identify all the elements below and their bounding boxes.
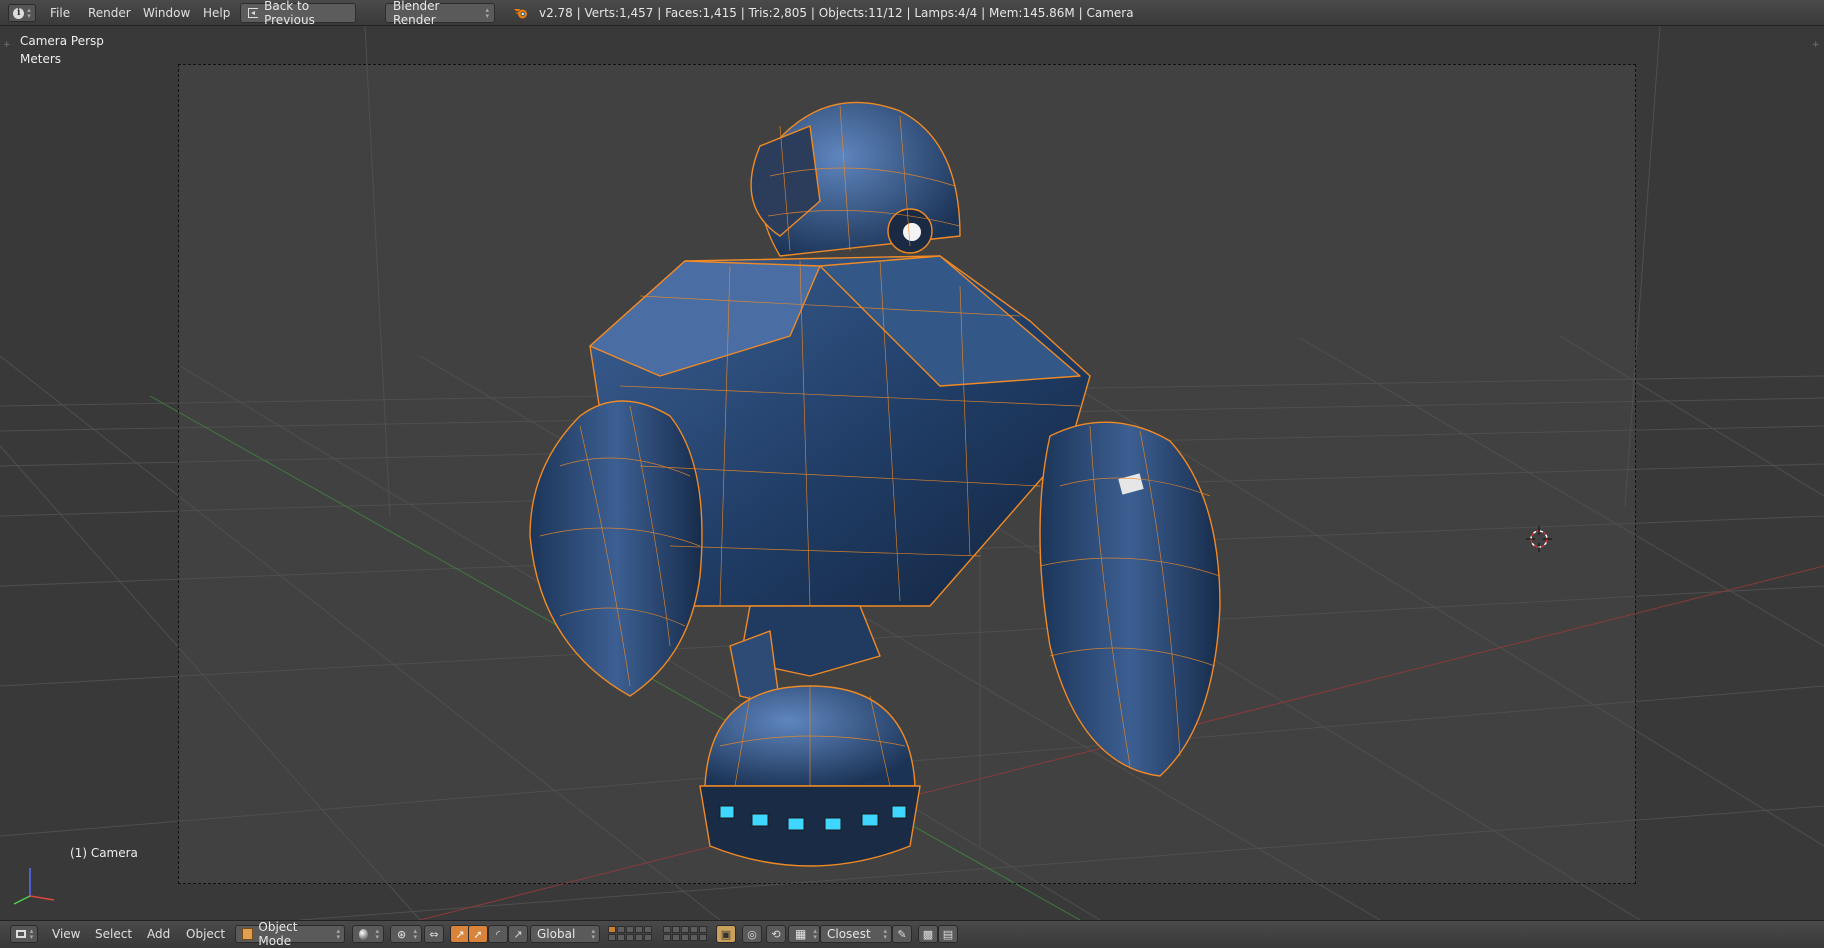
axis-gizmo-icon bbox=[13, 868, 55, 905]
dropdown-arrows-icon: ▴ ▾ bbox=[591, 927, 595, 941]
menu-window[interactable]: Window bbox=[143, 0, 190, 26]
menu-file[interactable]: File bbox=[50, 0, 70, 26]
translate-arrow-icon: ➚ bbox=[473, 927, 483, 941]
layer-toggle[interactable] bbox=[626, 926, 634, 933]
back-to-previous-button[interactable]: Back to Previous bbox=[240, 0, 356, 27]
mode-label: Object Mode bbox=[258, 920, 298, 948]
toolshelf-toggle-icon[interactable]: + bbox=[3, 40, 11, 50]
3d-cursor-icon[interactable] bbox=[1526, 526, 1552, 552]
snap-increment-icon: ▦ bbox=[795, 927, 807, 941]
info-icon: i bbox=[13, 7, 25, 19]
scene-statistics: v2.78 | Verts:1,457 | Faces:1,415 | Tris… bbox=[539, 6, 1134, 20]
snap-toggle-button[interactable]: ⟲ bbox=[766, 925, 786, 943]
proportional-editing-button[interactable]: ◎ bbox=[742, 925, 762, 943]
layer-toggle[interactable] bbox=[635, 926, 643, 933]
render-engine-select[interactable]: Blender Render ▴ ▾ bbox=[385, 0, 495, 27]
magnet-icon: ⟲ bbox=[771, 927, 781, 941]
bottom-header: ▴ ▾ View Select Add Object Object Mode ▴ ▾… bbox=[0, 920, 1824, 948]
camera-still-icon: ▩ bbox=[922, 927, 934, 941]
rotate-arc-icon: ◜ bbox=[495, 927, 501, 941]
dropdown-arrows-icon: ▴ ▾ bbox=[375, 927, 379, 941]
menu-select[interactable]: Select bbox=[95, 921, 132, 947]
orientation-label: Global bbox=[537, 927, 576, 941]
clapperboard-icon: ▤ bbox=[942, 927, 954, 941]
dropdown-arrows-icon: ▴ ▾ bbox=[413, 927, 417, 941]
layer-toggle[interactable] bbox=[681, 934, 689, 941]
robot-model[interactable] bbox=[520, 86, 1240, 906]
layer-toggle[interactable] bbox=[608, 934, 616, 941]
transform-orientation-select[interactable]: Global ▴ ▾ bbox=[530, 925, 600, 943]
opengl-render-animation-button[interactable]: ▤ bbox=[938, 925, 958, 943]
center-points-icon: ⇔ bbox=[429, 927, 439, 941]
material-sphere-icon bbox=[359, 928, 369, 940]
spinner-arrows-icon: ▴ ▾ bbox=[29, 927, 34, 941]
back-to-previous-label: Back to Previous bbox=[264, 0, 315, 27]
properties-toggle-icon[interactable]: + bbox=[1812, 40, 1820, 50]
scale-manipulator-button[interactable]: ↗ bbox=[508, 925, 528, 943]
layer-toggle[interactable] bbox=[699, 934, 707, 941]
layer-toggle[interactable] bbox=[608, 926, 616, 933]
scene-layers-group-1[interactable] bbox=[608, 926, 652, 941]
render-brush-icon: ✎ bbox=[897, 927, 907, 941]
layers-lock-icon: ▣ bbox=[720, 927, 732, 941]
transform-manipulator-toggle[interactable]: ↗ bbox=[450, 925, 470, 943]
mode-select[interactable]: Object Mode ▴ ▾ bbox=[235, 920, 345, 948]
view-name-label: Camera Persp bbox=[20, 34, 104, 48]
editor-type-3d-view-button[interactable]: ▴ ▾ bbox=[10, 925, 38, 943]
layer-toggle[interactable] bbox=[644, 926, 652, 933]
layer-toggle[interactable] bbox=[699, 926, 707, 933]
object-cube-icon bbox=[242, 928, 254, 940]
viewport-shading-select[interactable]: ▴ ▾ bbox=[352, 925, 384, 943]
layer-toggle[interactable] bbox=[626, 934, 634, 941]
screen-back-icon bbox=[248, 8, 259, 18]
scene-layers-group-2[interactable] bbox=[663, 926, 707, 941]
snap-target-select[interactable]: Closest ▴ ▾ bbox=[820, 925, 892, 943]
layer-toggle[interactable] bbox=[617, 934, 625, 941]
lock-camera-layers-button[interactable]: ▣ bbox=[716, 925, 736, 943]
menu-add[interactable]: Add bbox=[147, 921, 170, 947]
snap-target-label: Closest bbox=[827, 927, 871, 941]
dropdown-arrows-icon: ▴ ▾ bbox=[336, 927, 340, 941]
opengl-render-image-button[interactable]: ▩ bbox=[918, 925, 938, 943]
editor-type-info-button[interactable]: i ▴ ▾ bbox=[8, 4, 36, 22]
manipulate-center-points-button[interactable]: ⇔ bbox=[424, 925, 444, 943]
3d-view-icon bbox=[15, 930, 26, 938]
menu-object[interactable]: Object bbox=[186, 921, 225, 947]
layer-toggle[interactable] bbox=[690, 934, 698, 941]
layer-toggle[interactable] bbox=[690, 926, 698, 933]
dropdown-arrows-icon: ▴ ▾ bbox=[485, 6, 489, 20]
menu-view[interactable]: View bbox=[52, 921, 80, 947]
active-object-label: (1) Camera bbox=[70, 846, 138, 860]
layer-toggle[interactable] bbox=[663, 934, 671, 941]
layer-toggle[interactable] bbox=[663, 926, 671, 933]
proportional-circle-icon: ◎ bbox=[747, 927, 757, 941]
menu-render[interactable]: Render bbox=[88, 0, 131, 26]
snap-element-select[interactable]: ▦ ▴ ▾ bbox=[788, 925, 820, 943]
pivot-point-select[interactable]: ⊛ ▴ ▾ bbox=[390, 925, 422, 943]
manipulator-icon: ↗ bbox=[455, 927, 465, 941]
render-engine-label: Blender Render bbox=[393, 0, 440, 27]
layer-toggle[interactable] bbox=[644, 934, 652, 941]
dropdown-arrows-icon: ▴ ▾ bbox=[813, 927, 817, 941]
dropdown-arrows-icon: ▴ ▾ bbox=[883, 927, 887, 941]
layer-toggle[interactable] bbox=[617, 926, 625, 933]
spinner-arrows-icon: ▴ ▾ bbox=[27, 6, 31, 20]
units-label: Meters bbox=[20, 52, 62, 66]
translate-manipulator-button[interactable]: ➚ bbox=[468, 925, 488, 943]
menu-help[interactable]: Help bbox=[203, 0, 230, 26]
blender-logo-icon bbox=[514, 9, 527, 19]
3d-viewport[interactable]: + + Camera Persp Meters (1) Camera bbox=[0, 26, 1824, 920]
layer-toggle[interactable] bbox=[672, 926, 680, 933]
layer-toggle[interactable] bbox=[681, 926, 689, 933]
rotate-manipulator-button[interactable]: ◜ bbox=[488, 925, 508, 943]
opengl-render-active-view-button[interactable]: ✎ bbox=[892, 925, 912, 943]
scale-arrow-icon: ↗ bbox=[513, 927, 523, 941]
layer-toggle[interactable] bbox=[635, 934, 643, 941]
pivot-icon: ⊛ bbox=[397, 927, 407, 941]
layer-toggle[interactable] bbox=[672, 934, 680, 941]
top-header: i ▴ ▾ File Render Window Help Back to Pre… bbox=[0, 0, 1824, 27]
